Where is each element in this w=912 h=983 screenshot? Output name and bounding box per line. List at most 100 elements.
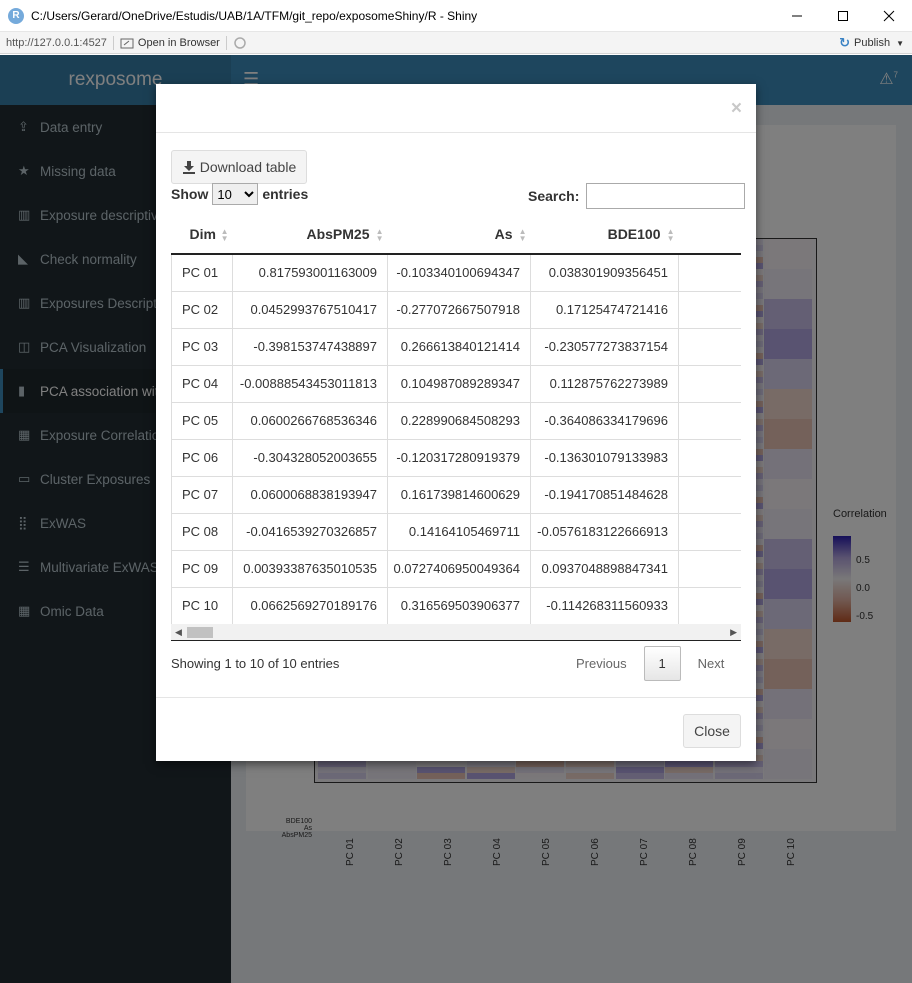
minimize-button[interactable] xyxy=(774,0,820,32)
table-cell-value: 0.14164105469711 xyxy=(387,512,531,551)
url-text: http://127.0.0.1:4527 xyxy=(6,36,107,49)
modal-footer: Close xyxy=(156,697,756,761)
table-cell-dim: PC 03 xyxy=(171,327,233,366)
table-body: PC 01 0.817593001163009 -0.103340100694347… xyxy=(171,253,741,625)
table-cell-dim: PC 05 xyxy=(171,401,233,440)
column-header-bde153[interactable]: BDE153▲▼ xyxy=(678,215,741,255)
table-cell-value: -0.230577273837154 xyxy=(530,327,679,366)
table-cell-value: -0.120317280919379 xyxy=(387,438,531,477)
table-row: PC 10 0.0662569270189176 0.316569503906377… xyxy=(171,586,741,625)
scrollbar-thumb[interactable] xyxy=(187,627,213,638)
table-cell-value: 0.104987089289347 xyxy=(387,364,531,403)
window-title: C:/Users/Gerard/OneDrive/Estudis/UAB/1A/… xyxy=(31,8,478,23)
table-row: PC 09 0.00393387635010535 0.07274069500493… xyxy=(171,549,741,588)
close-modal-button[interactable]: Close xyxy=(683,714,741,748)
table-search: Search: xyxy=(528,183,746,209)
table-cell-value: 0.316569503906377 xyxy=(387,586,531,625)
table-cell-value: 0.112875762273989 xyxy=(530,364,679,403)
table-cell-value: 0.00393387635010535 xyxy=(232,549,388,588)
scroll-left-icon[interactable]: ◀ xyxy=(175,627,182,638)
sort-icon: ▲ ▼ xyxy=(220,227,229,243)
chevron-down-icon: ▼ xyxy=(896,38,904,48)
column-header-abspm25[interactable]: AbsPM25 ▲ ▼ xyxy=(232,215,388,255)
search-label: Search: xyxy=(528,188,580,204)
table-cell-value: 0.038301909356451 xyxy=(530,253,679,292)
column-header-bde100[interactable]: BDE100 ▲ ▼ xyxy=(530,215,679,255)
table-row: PC 01 0.817593001163009 -0.103340100694347… xyxy=(171,253,741,292)
table-cell-dim: PC 07 xyxy=(171,475,233,514)
table-scroll-area[interactable]: Dim▲▼AbsPM25▲▼As▲▼BDE100▲▼BDE153▲▼ PC 01… xyxy=(171,215,741,628)
table-cell-value: -0.194170851484628 xyxy=(530,475,679,514)
table-cell-dim: PC 06 xyxy=(171,438,233,477)
maximize-button[interactable] xyxy=(820,0,866,32)
table-cell-value: 0.0727406950049364 xyxy=(387,549,531,588)
table-row: PC 06 -0.304328052003655 -0.12031728091937… xyxy=(171,438,741,477)
viewer-toolbar: http://127.0.0.1:4527 Open in Browser ↻ … xyxy=(0,32,912,54)
open-browser-icon xyxy=(120,38,134,48)
minimize-icon xyxy=(792,15,802,17)
table-cell-value: 0.0600266768536346 xyxy=(232,401,388,440)
table-cell-value: -0.0416539270326857 xyxy=(232,512,388,551)
maximize-icon xyxy=(838,11,848,21)
toolbar-divider xyxy=(112,35,114,50)
table-cell-value: 0.817593001163009 xyxy=(232,253,388,292)
table-cell-value: 0.228990684508293 xyxy=(387,401,531,440)
table-cell-value: 0.266613840121414 xyxy=(387,327,531,366)
search-input[interactable] xyxy=(586,183,746,209)
table-row: PC 07 0.0600068838193947 0.161739814600629… xyxy=(171,475,741,514)
table-cell-value: 0.0662569270189176 xyxy=(232,586,388,625)
table-cell-value: 0.129310 xyxy=(678,290,741,329)
table-row: PC 05 0.0600266768536346 0.228990684508293… xyxy=(171,401,741,440)
column-header-as[interactable]: As ▲ ▼ xyxy=(387,215,531,255)
table-cell-value: -0.364086334179696 xyxy=(530,401,679,440)
table-cell-value: -0.277072667507918 xyxy=(387,290,531,329)
close-window-button[interactable] xyxy=(866,0,912,32)
table-cell-value: 0.023740 xyxy=(678,512,741,551)
table-cell-value: -0.114268311560933 xyxy=(530,586,679,625)
column-header-label: AbsPM25 xyxy=(306,226,370,242)
table-cell-value: -0.078650 xyxy=(678,475,741,514)
table-cell-value: -0.212210 xyxy=(678,438,741,477)
table-cell-value: 0.107690 xyxy=(678,364,741,403)
table-cell-value: -0.398153747438897 xyxy=(232,327,388,366)
previous-page-button[interactable]: Previous xyxy=(566,656,637,671)
publish-label: Publish xyxy=(854,37,891,49)
sort-icon: ▲ ▼ xyxy=(518,227,527,243)
table-info: Showing 1 to 10 of 10 entries xyxy=(171,656,340,671)
page-length-control: Show 10 entries xyxy=(171,183,308,205)
table-cell-dim: PC 02 xyxy=(171,290,233,329)
table-row: PC 03 -0.398153747438897 0.266613840121414… xyxy=(171,327,741,366)
window-titlebar: R C:/Users/Gerard/OneDrive/Estudis/UAB/1… xyxy=(0,0,912,32)
table-cell-value: 0.0452993767510417 xyxy=(232,290,388,329)
table-cell-value: 0.0600068838193947 xyxy=(232,475,388,514)
modal-header: × xyxy=(156,84,756,133)
download-table-button[interactable]: Download table xyxy=(171,150,307,184)
modal-close-icon[interactable]: × xyxy=(731,98,742,120)
table-cell-value: 0.041128 xyxy=(678,327,741,366)
data-table-modal: × Download table Show 10 entries Search:… xyxy=(156,84,756,761)
table-cell-dim: PC 10 xyxy=(171,586,233,625)
table-cell-value: 0.064175 xyxy=(678,586,741,625)
page-length-select[interactable]: 10 xyxy=(212,183,259,205)
scroll-right-icon[interactable]: ▶ xyxy=(730,627,737,638)
table-cell-value: -0.034500 xyxy=(678,253,741,292)
table-cell-value: -0.304328052003655 xyxy=(232,438,388,477)
refresh-button[interactable] xyxy=(233,36,251,50)
publish-icon: ↻ xyxy=(839,35,850,50)
table-cell-value: -0.103340100694347 xyxy=(387,253,531,292)
table-cell-value: -0.00888543453011813 xyxy=(232,364,388,403)
table-row: PC 04 -0.00888543453011813 0.1049870892893… xyxy=(171,364,741,403)
toolbar-divider xyxy=(225,35,227,50)
table-row: PC 02 0.0452993767510417 -0.27707266750791… xyxy=(171,290,741,329)
column-header-dim[interactable]: Dim ▲ ▼ xyxy=(171,215,233,255)
page-1-button[interactable]: 1 xyxy=(643,646,681,681)
column-header-label: Dim xyxy=(189,226,216,242)
download-icon xyxy=(182,161,195,174)
table-row: PC 08 -0.0416539270326857 0.14164105469711… xyxy=(171,512,741,551)
column-header-label: BDE100 xyxy=(607,226,661,242)
next-page-button[interactable]: Next xyxy=(688,656,735,671)
horizontal-scrollbar[interactable]: ◀ ▶ xyxy=(171,624,741,641)
open-in-browser-button[interactable]: Open in Browser xyxy=(120,37,220,49)
publish-button[interactable]: ↻ Publish ▼ xyxy=(839,35,904,51)
r-app-icon: R xyxy=(8,7,24,24)
